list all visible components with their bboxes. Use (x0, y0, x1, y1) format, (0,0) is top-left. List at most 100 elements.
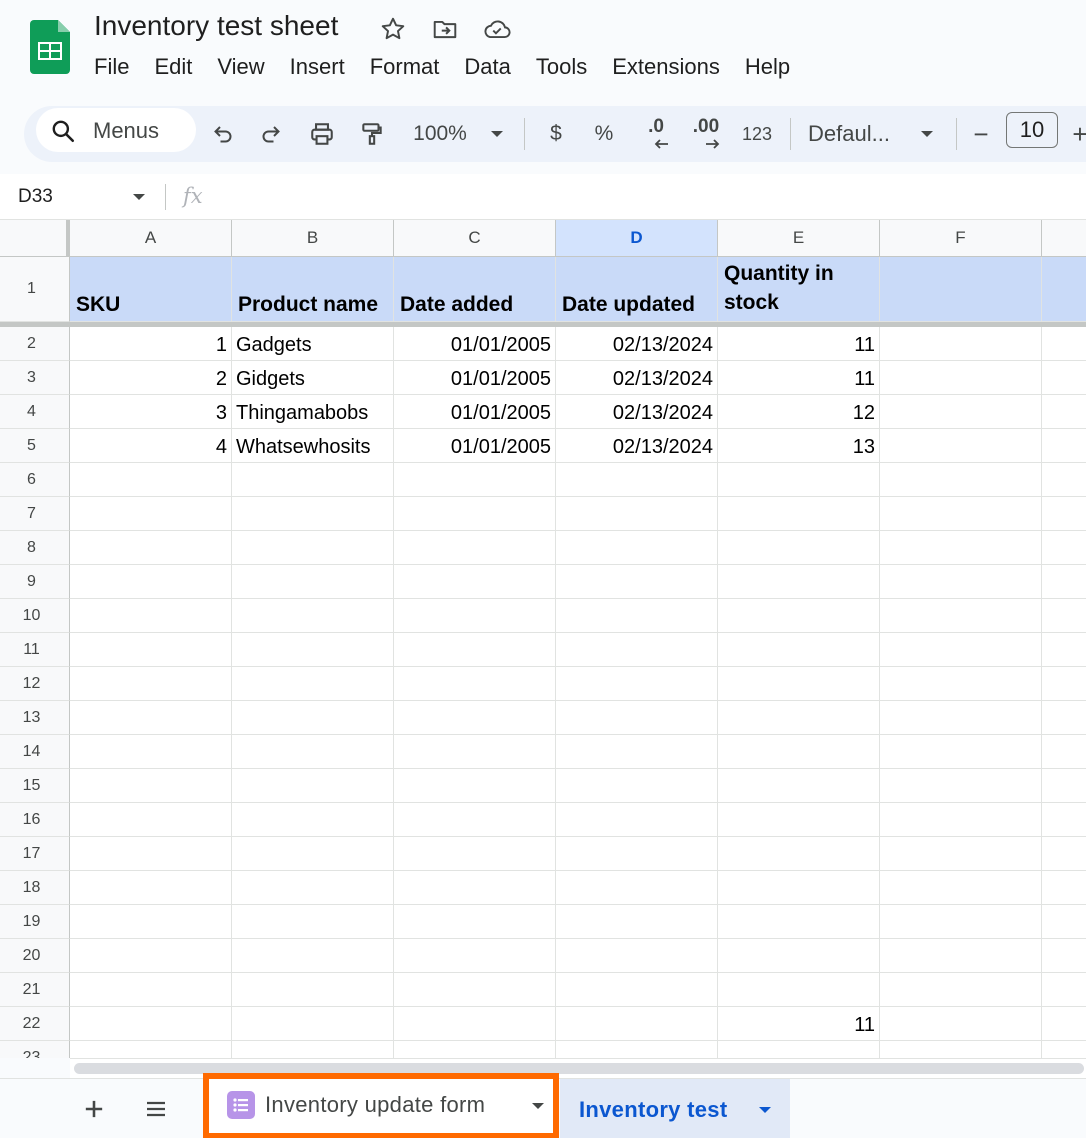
cell-F13[interactable] (880, 701, 1042, 735)
cell-B6[interactable] (232, 463, 394, 497)
paint-format-icon[interactable] (354, 114, 390, 154)
cell-D7[interactable] (556, 497, 718, 531)
cell-B7[interactable] (232, 497, 394, 531)
percent-format-button[interactable]: % (590, 114, 618, 154)
cell-C23[interactable] (394, 1041, 556, 1058)
move-folder-icon[interactable] (430, 14, 460, 44)
cell-E6[interactable] (718, 463, 880, 497)
column-header-extra[interactable] (1042, 220, 1086, 257)
zoom-value[interactable]: 100% (408, 114, 472, 154)
chevron-down-icon[interactable] (531, 1101, 545, 1111)
cell-B2[interactable]: Gadgets (232, 327, 394, 361)
cell-A21[interactable] (70, 973, 232, 1007)
cell-E2[interactable]: 11 (718, 327, 880, 361)
cell-G9[interactable] (1042, 565, 1086, 599)
cell-B22[interactable] (232, 1007, 394, 1041)
cell-G21[interactable] (1042, 973, 1086, 1007)
spreadsheet-grid[interactable]: A B C D E F 1 SKU Product name Date added Date upd… (0, 220, 1086, 1058)
cell-A19[interactable] (70, 905, 232, 939)
cell-E8[interactable] (718, 531, 880, 565)
cell-G13[interactable] (1042, 701, 1086, 735)
cell-F15[interactable] (880, 769, 1042, 803)
cell-C18[interactable] (394, 871, 556, 905)
cell-C19[interactable] (394, 905, 556, 939)
decrease-font-size-button[interactable]: − (968, 114, 994, 154)
cell-D15[interactable] (556, 769, 718, 803)
cell-B8[interactable] (232, 531, 394, 565)
cell-D21[interactable] (556, 973, 718, 1007)
cell-E23[interactable] (718, 1041, 880, 1058)
cell-C2[interactable]: 01/01/2005 (394, 327, 556, 361)
row-header-13[interactable]: 13 (0, 701, 70, 735)
undo-icon[interactable] (206, 114, 240, 154)
zoom-dropdown-icon[interactable] (486, 114, 508, 154)
cell-C9[interactable] (394, 565, 556, 599)
cell-C13[interactable] (394, 701, 556, 735)
cell-E13[interactable] (718, 701, 880, 735)
cell-E18[interactable] (718, 871, 880, 905)
name-box-dropdown-icon[interactable] (132, 192, 146, 202)
cell-G20[interactable] (1042, 939, 1086, 973)
header-cell-date-added[interactable]: Date added (394, 257, 556, 322)
cell-B16[interactable] (232, 803, 394, 837)
cell-D10[interactable] (556, 599, 718, 633)
cell-D4[interactable]: 02/13/2024 (556, 395, 718, 429)
cell-F21[interactable] (880, 973, 1042, 1007)
cell-E12[interactable] (718, 667, 880, 701)
chevron-down-icon[interactable] (758, 1105, 772, 1115)
cell-A13[interactable] (70, 701, 232, 735)
all-sheets-menu-icon[interactable] (143, 1097, 169, 1121)
currency-format-button[interactable]: $ (542, 114, 570, 154)
cell-B5[interactable]: Whatsewhosits (232, 429, 394, 463)
print-icon[interactable] (304, 114, 340, 154)
cell-E3[interactable]: 11 (718, 361, 880, 395)
menu-help[interactable]: Help (745, 54, 790, 80)
menu-extensions[interactable]: Extensions (612, 54, 720, 80)
cell-F11[interactable] (880, 633, 1042, 667)
add-sheet-icon[interactable] (80, 1095, 108, 1123)
redo-icon[interactable] (254, 114, 288, 154)
column-header-c[interactable]: C (394, 220, 556, 257)
cell-D12[interactable] (556, 667, 718, 701)
row-header-10[interactable]: 10 (0, 599, 70, 633)
cell-B10[interactable] (232, 599, 394, 633)
row-header-1[interactable]: 1 (0, 257, 70, 322)
cell-E22[interactable]: 11 (718, 1007, 880, 1041)
document-title[interactable]: Inventory test sheet (94, 10, 338, 42)
cell-G19[interactable] (1042, 905, 1086, 939)
cell-B14[interactable] (232, 735, 394, 769)
column-header-b[interactable]: B (232, 220, 394, 257)
cell-B17[interactable] (232, 837, 394, 871)
cell-F19[interactable] (880, 905, 1042, 939)
cell-C4[interactable]: 01/01/2005 (394, 395, 556, 429)
cell-D18[interactable] (556, 871, 718, 905)
cell-E21[interactable] (718, 973, 880, 1007)
cell-C7[interactable] (394, 497, 556, 531)
cell-C5[interactable]: 01/01/2005 (394, 429, 556, 463)
row-header-16[interactable]: 16 (0, 803, 70, 837)
cell-G16[interactable] (1042, 803, 1086, 837)
column-header-f[interactable]: F (880, 220, 1042, 257)
row-header-17[interactable]: 17 (0, 837, 70, 871)
cell-D2[interactable]: 02/13/2024 (556, 327, 718, 361)
row-header-2[interactable]: 2 (0, 327, 70, 361)
cell-B19[interactable] (232, 905, 394, 939)
cell-A12[interactable] (70, 667, 232, 701)
increase-decimal-button[interactable]: .00 (686, 114, 726, 154)
cell-A14[interactable] (70, 735, 232, 769)
cell-C11[interactable] (394, 633, 556, 667)
star-icon[interactable] (378, 14, 408, 44)
cell-G6[interactable] (1042, 463, 1086, 497)
cell-B4[interactable]: Thingamabobs (232, 395, 394, 429)
menu-file[interactable]: File (94, 54, 129, 80)
cell-F20[interactable] (880, 939, 1042, 973)
cell-F17[interactable] (880, 837, 1042, 871)
cell-A3[interactable]: 2 (70, 361, 232, 395)
cell-A18[interactable] (70, 871, 232, 905)
row-header-3[interactable]: 3 (0, 361, 70, 395)
column-header-e[interactable]: E (718, 220, 880, 257)
cell-C8[interactable] (394, 531, 556, 565)
cell-G23[interactable] (1042, 1041, 1086, 1058)
sheet-tab-inventory-update-form[interactable]: Inventory update form (203, 1073, 559, 1138)
cell-A4[interactable]: 3 (70, 395, 232, 429)
